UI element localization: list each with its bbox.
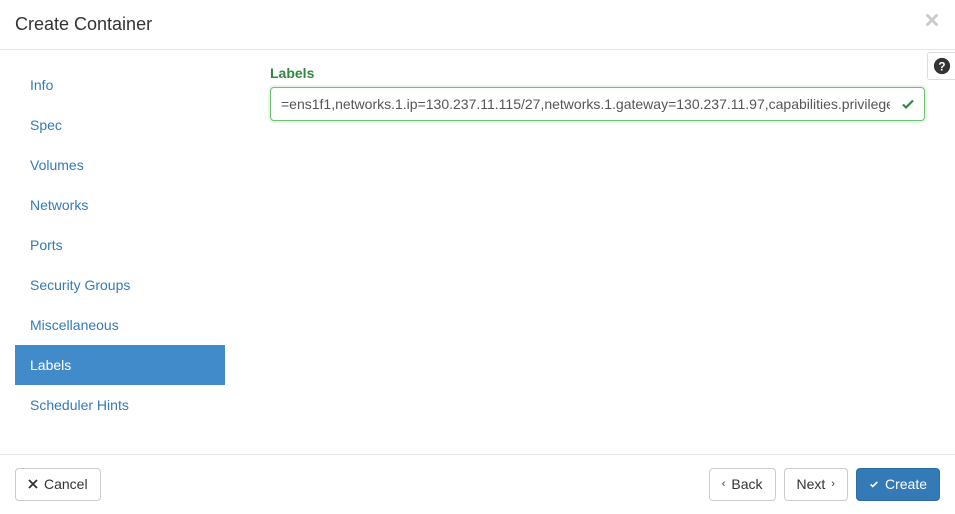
sidebar-item-label: Info — [30, 77, 53, 93]
next-button[interactable]: Next › — [784, 468, 848, 501]
close-icon[interactable] — [924, 12, 940, 28]
sidebar-item-label: Labels — [30, 357, 71, 373]
create-container-modal: Create Container ? Info Spec Volumes Net… — [0, 0, 955, 514]
labels-field-label: Labels — [270, 65, 925, 81]
sidebar-item-label: Ports — [30, 237, 63, 253]
sidebar-item-info[interactable]: Info — [15, 65, 225, 105]
chevron-left-icon: ‹ — [722, 478, 726, 491]
create-button-label: Create — [885, 476, 927, 493]
sidebar-item-label: Miscellaneous — [30, 317, 119, 333]
sidebar-item-networks[interactable]: Networks — [15, 185, 225, 225]
x-icon — [28, 476, 38, 493]
sidebar-item-volumes[interactable]: Volumes — [15, 145, 225, 185]
cancel-button[interactable]: Cancel — [15, 468, 101, 501]
sidebar-item-spec[interactable]: Spec — [15, 105, 225, 145]
sidebar-item-label: Volumes — [30, 157, 84, 173]
footer-right-group: ‹ Back Next › Create — [709, 468, 940, 501]
labels-input-wrap — [270, 87, 925, 121]
check-icon — [869, 476, 879, 493]
sidebar-item-label: Scheduler Hints — [30, 397, 129, 413]
back-button[interactable]: ‹ Back — [709, 468, 776, 501]
sidebar-item-security-groups[interactable]: Security Groups — [15, 265, 225, 305]
create-button[interactable]: Create — [856, 468, 940, 501]
sidebar-item-label: Networks — [30, 197, 88, 213]
help-icon[interactable]: ? — [927, 52, 955, 80]
modal-header: Create Container — [0, 0, 955, 50]
sidebar-item-label: Security Groups — [30, 277, 130, 293]
back-button-label: Back — [731, 476, 762, 493]
form-panel: Labels — [225, 65, 940, 439]
next-button-label: Next — [797, 476, 826, 493]
modal-body: Info Spec Volumes Networks Ports Securit… — [0, 50, 955, 454]
cancel-button-label: Cancel — [44, 476, 88, 493]
svg-text:?: ? — [938, 61, 945, 74]
modal-title: Create Container — [15, 14, 940, 35]
check-icon — [901, 97, 915, 111]
sidebar-item-label: Spec — [30, 117, 62, 133]
labels-input[interactable] — [270, 87, 925, 121]
sidebar-item-miscellaneous[interactable]: Miscellaneous — [15, 305, 225, 345]
sidebar-item-ports[interactable]: Ports — [15, 225, 225, 265]
sidebar-item-labels[interactable]: Labels — [15, 345, 225, 385]
wizard-sidebar: Info Spec Volumes Networks Ports Securit… — [15, 65, 225, 439]
sidebar-item-scheduler-hints[interactable]: Scheduler Hints — [15, 385, 225, 425]
chevron-right-icon: › — [831, 478, 835, 491]
modal-footer: Cancel ‹ Back Next › Create — [0, 454, 955, 514]
